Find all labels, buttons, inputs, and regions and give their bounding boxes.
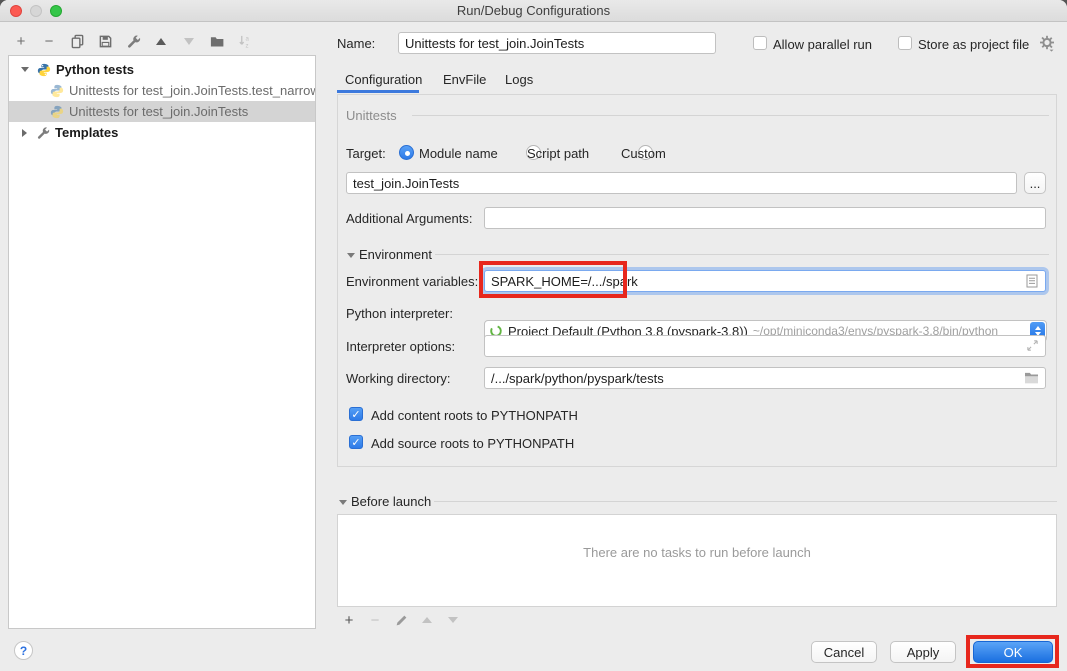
tab-envfile[interactable]: EnvFile	[443, 72, 486, 87]
move-up-icon[interactable]	[152, 32, 170, 50]
working-directory-label: Working directory:	[346, 371, 451, 386]
environment-section-title: Environment	[359, 247, 432, 262]
additional-arguments-input[interactable]	[484, 207, 1046, 229]
ok-button[interactable]: OK	[973, 641, 1053, 663]
store-as-project-file-label: Store as project file	[918, 37, 1029, 52]
move-task-up-icon	[418, 611, 436, 629]
add-task-icon[interactable]: +	[340, 611, 358, 629]
add-source-roots-label: Add source roots to PYTHONPATH	[371, 436, 574, 451]
tree-item-unittests-test-narrow[interactable]: Unittests for test_join.JoinTests.test_n…	[9, 80, 315, 101]
section-divider	[435, 254, 1049, 255]
browse-target-button[interactable]: ...	[1024, 172, 1046, 194]
python-interpreter-label: Python interpreter:	[346, 306, 453, 321]
move-down-icon	[180, 32, 198, 50]
add-content-roots-checkbox[interactable]: ✓	[349, 407, 363, 421]
window-title: Run/Debug Configurations	[0, 0, 1067, 21]
zoom-window-button[interactable]	[50, 5, 62, 17]
allow-parallel-run-label: Allow parallel run	[773, 37, 872, 52]
unittests-group-title: Unittests	[346, 108, 397, 123]
before-launch-task-list[interactable]: There are no tasks to run before launch	[337, 514, 1057, 607]
before-launch-collapse-icon[interactable]	[339, 500, 347, 505]
edit-environment-variables-icon[interactable]	[1026, 274, 1038, 288]
browse-folder-icon[interactable]	[1024, 371, 1039, 384]
move-task-down-icon	[444, 611, 462, 629]
additional-arguments-label: Additional Arguments:	[346, 211, 472, 226]
title-bar: Run/Debug Configurations	[0, 0, 1067, 22]
target-module-name-label: Module name	[419, 146, 498, 161]
sort-alphabetically-icon: az	[236, 32, 254, 50]
add-content-roots-label: Add content roots to PYTHONPATH	[371, 408, 578, 423]
remove-configuration-icon[interactable]: −	[40, 32, 58, 50]
interpreter-options-label: Interpreter options:	[346, 339, 455, 354]
before-launch-title: Before launch	[351, 494, 431, 509]
collapse-arrow-icon[interactable]	[21, 67, 29, 72]
tree-item-label: Unittests for test_join.JoinTests	[69, 104, 248, 119]
copy-configuration-icon[interactable]	[68, 32, 86, 50]
add-source-roots-checkbox[interactable]: ✓	[349, 435, 363, 449]
interpreter-options-input[interactable]	[484, 335, 1046, 357]
tree-item-unittests-jointests-selected[interactable]: Unittests for test_join.JoinTests	[9, 101, 315, 122]
python-test-config-icon	[50, 105, 64, 119]
window-controls	[10, 5, 62, 17]
help-question-icon: ?	[20, 644, 27, 658]
before-launch-empty-text: There are no tasks to run before launch	[583, 545, 811, 606]
tree-item-label: Templates	[55, 125, 118, 140]
remove-task-icon: −	[366, 611, 384, 629]
environment-collapse-icon[interactable]	[347, 253, 355, 258]
before-launch-toolbar: + −	[340, 611, 462, 629]
configuration-tab-panel: Unittests Target: Module name Script pat…	[337, 94, 1057, 467]
svg-text:z: z	[245, 42, 248, 48]
store-settings-gear-icon[interactable]	[1039, 35, 1055, 55]
configurations-tree: Python tests Unittests for test_join.Joi…	[8, 55, 316, 629]
svg-text:a: a	[245, 35, 249, 42]
target-label: Target:	[346, 146, 386, 161]
run-debug-configurations-dialog: Run/Debug Configurations + − az Python t…	[0, 0, 1067, 671]
minimize-window-button	[30, 5, 42, 17]
python-test-config-icon	[50, 84, 64, 98]
apply-button[interactable]: Apply	[890, 641, 956, 663]
tree-item-templates[interactable]: Templates	[9, 122, 315, 143]
allow-parallel-run-checkbox[interactable]	[753, 36, 767, 50]
environment-variables-input[interactable]	[484, 270, 1046, 292]
tab-logs[interactable]: Logs	[505, 72, 533, 87]
expand-field-icon[interactable]	[1026, 339, 1039, 352]
tree-item-python-tests[interactable]: Python tests	[9, 59, 315, 80]
environment-variables-label: Environment variables:	[346, 274, 478, 289]
cancel-button[interactable]: Cancel	[811, 641, 877, 663]
target-module-name-radio[interactable]	[399, 145, 414, 160]
before-launch-divider	[434, 501, 1057, 502]
name-label: Name:	[337, 36, 375, 51]
edit-templates-wrench-icon[interactable]	[124, 32, 142, 50]
name-input[interactable]	[398, 32, 716, 54]
python-tests-icon	[37, 63, 51, 77]
store-as-project-file-checkbox[interactable]	[898, 36, 912, 50]
target-script-path-label: Script path	[527, 146, 589, 161]
group-divider	[412, 115, 1049, 116]
edit-task-pencil-icon	[392, 611, 410, 629]
configurations-toolbar: + − az	[12, 32, 254, 50]
tab-configuration[interactable]: Configuration	[345, 72, 422, 87]
new-folder-icon[interactable]	[208, 32, 226, 50]
tree-item-label: Unittests for test_join.JoinTests.test_n…	[69, 83, 315, 98]
target-custom-label: Custom	[621, 146, 666, 161]
tree-item-label: Python tests	[56, 62, 134, 77]
save-configuration-icon[interactable]	[96, 32, 114, 50]
target-input[interactable]	[346, 172, 1017, 194]
templates-wrench-icon	[36, 126, 50, 140]
close-window-button[interactable]	[10, 5, 22, 17]
active-tab-indicator	[337, 90, 419, 93]
working-directory-input[interactable]	[484, 367, 1046, 389]
add-configuration-icon[interactable]: +	[12, 32, 30, 50]
help-button[interactable]: ?	[14, 641, 33, 660]
expand-arrow-icon[interactable]	[22, 129, 27, 137]
